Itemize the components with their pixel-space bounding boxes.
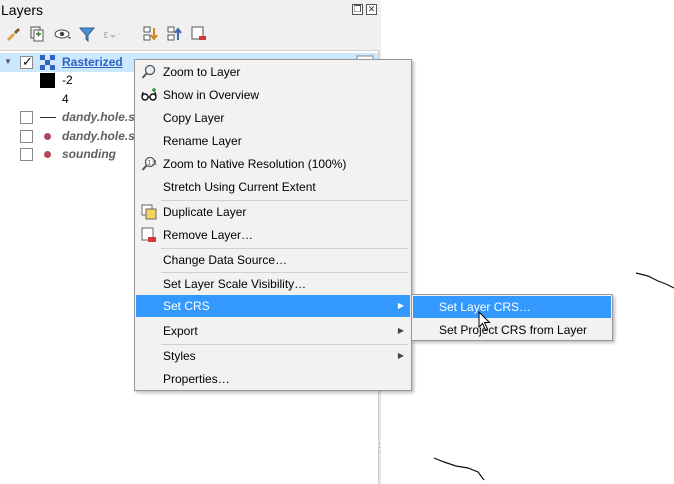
legend-swatch-black <box>40 73 55 88</box>
layer-name[interactable]: Rasterized <box>62 55 123 69</box>
filter-funnel-icon[interactable] <box>78 25 96 43</box>
point-symbol-icon <box>44 151 51 158</box>
overview-glasses-icon <box>141 88 157 101</box>
menu-item-duplicate-layer[interactable]: Duplicate Layer <box>136 201 410 223</box>
menu-item-zoom-native-resolution[interactable]: 1:1 Zoom to Native Resolution (100%) <box>136 153 410 175</box>
panel-title: Layers <box>1 2 44 18</box>
point-symbol-icon <box>44 133 51 140</box>
menu-item-set-layer-crs[interactable]: Set Layer CRS… <box>413 296 611 318</box>
menu-item-stretch-current-extent[interactable]: Stretch Using Current Extent <box>136 176 410 198</box>
menu-item-change-data-source[interactable]: Change Data Source… <box>136 249 410 271</box>
menu-item-set-project-crs-from-layer[interactable]: Set Project CRS from Layer <box>413 319 611 341</box>
expression-filter-icon[interactable]: ε <box>102 25 120 43</box>
menu-item-remove-layer[interactable]: Remove Layer… <box>136 224 410 246</box>
collapse-all-icon[interactable] <box>166 25 184 43</box>
layer-visibility-checkbox[interactable] <box>20 111 33 124</box>
zoom-magnifier-icon <box>141 64 156 79</box>
collapse-arrow-icon[interactable]: ▼ <box>4 57 12 66</box>
legend-label: 4 <box>62 92 69 106</box>
layer-visibility-checkbox[interactable] <box>20 130 33 143</box>
menu-item-copy-layer[interactable]: Copy Layer <box>136 107 410 129</box>
svg-text:ε: ε <box>103 28 109 41</box>
layer-visibility-checkbox[interactable] <box>20 148 33 161</box>
raster-layer-icon <box>40 55 55 70</box>
layer-context-menu: Zoom to Layer Show in Overview Copy Laye… <box>134 59 412 391</box>
menu-item-show-in-overview[interactable]: Show in Overview <box>136 84 410 106</box>
zoom-native-icon: 1:1 <box>141 156 158 171</box>
submenu-arrow-icon: ▶ <box>397 301 404 310</box>
layer-name[interactable]: dandy.hole.so <box>62 129 142 143</box>
add-group-icon[interactable] <box>28 25 46 43</box>
remove-layer-icon[interactable] <box>190 25 208 43</box>
expand-all-icon[interactable] <box>142 25 160 43</box>
layer-name[interactable]: sounding <box>62 147 116 161</box>
float-panel-icon[interactable]: ❐ <box>352 4 363 15</box>
line-symbol-icon <box>40 117 56 118</box>
menu-item-rename-layer[interactable]: Rename Layer <box>136 130 410 152</box>
menu-item-export[interactable]: Export ▶ <box>136 320 410 342</box>
remove-layer-icon <box>141 227 156 242</box>
mouse-pointer-icon <box>478 311 491 331</box>
menu-item-properties[interactable]: Properties… <box>136 368 410 390</box>
menu-item-set-scale-visibility[interactable]: Set Layer Scale Visibility… <box>136 273 410 295</box>
layer-name[interactable]: dandy.hole.so <box>62 110 142 124</box>
style-brush-icon[interactable] <box>4 25 22 43</box>
legend-label: -2 <box>62 73 73 87</box>
duplicate-layer-icon <box>141 204 157 220</box>
menu-item-zoom-to-layer[interactable]: Zoom to Layer <box>136 61 410 83</box>
menu-item-styles[interactable]: Styles ▶ <box>136 345 410 367</box>
svg-text:1:1: 1:1 <box>148 160 158 167</box>
submenu-arrow-icon: ▶ <box>397 326 404 335</box>
layers-toolbar: ε <box>0 22 381 48</box>
menu-item-set-crs[interactable]: Set CRS ▶ <box>136 295 410 317</box>
visibility-eye-icon[interactable] <box>54 25 72 43</box>
close-panel-icon[interactable]: ✕ <box>366 4 377 15</box>
set-crs-submenu: Set Layer CRS… Set Project CRS from Laye… <box>411 294 613 341</box>
layer-visibility-checkbox[interactable] <box>20 54 33 70</box>
map-canvas[interactable] <box>386 0 674 484</box>
legend-swatch-white <box>40 92 55 107</box>
submenu-arrow-icon: ▶ <box>397 351 404 360</box>
map-features <box>433 272 674 481</box>
